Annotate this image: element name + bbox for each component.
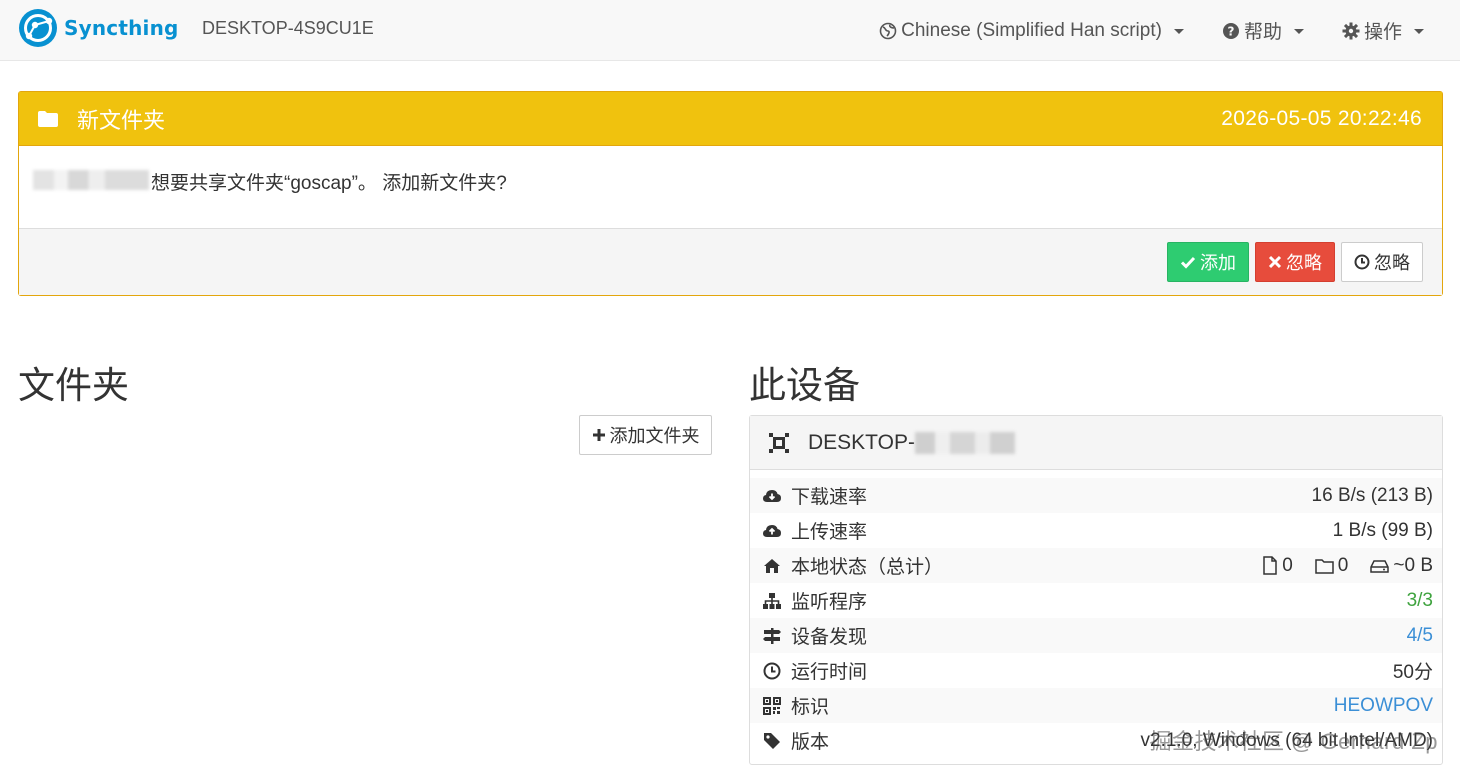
add-folder-label: 添加文件夹 [609,426,700,446]
close-icon [1268,255,1282,269]
this-device-heading: 此设备 [749,365,860,406]
discovery-value[interactable]: 4/5 [1407,625,1433,647]
identification-value[interactable]: HEOWPOV [1334,695,1433,717]
brand-name: Syncthing [64,16,179,40]
notice-message: 想要共享文件夹“goscap”。 添加新文件夹? [151,173,507,194]
cloud-download-icon [762,486,782,506]
ignore-label: 忽略 [1286,253,1322,273]
add-folder-button[interactable]: 添加文件夹 [579,415,712,455]
uptime-value: 50分 [1392,662,1433,683]
dismiss-label: 忽略 [1374,253,1410,273]
navbar: Syncthing DESKTOP-4S9CU1E Chinese (Simpl… [0,0,1460,61]
help-menu[interactable]: ? 帮助 [1222,17,1304,44]
version-label: 版本 [791,732,830,753]
plus-icon [592,429,605,441]
upload-rate-value: 1 B/s (99 B) [1332,519,1433,541]
notice-buttons: 添加 忽略 忽略 [1167,242,1423,282]
upload-rate-row: 上传速率 1 B/s (99 B) [750,513,1442,548]
local-state-value: 0 0 ~0 B [1262,555,1433,577]
folder-outline-icon [1315,558,1334,574]
question-circle-icon: ? [1222,22,1239,39]
discovery-row: 设备发现 4/5 [750,618,1442,653]
uptime-label: 运行时间 [791,662,868,683]
local-size: ~0 B [1393,554,1433,576]
qrcode-icon [762,696,782,716]
listeners-value[interactable]: 3/3 [1407,590,1433,612]
download-rate-label: 下载速率 [791,487,868,508]
notice-title-text: 新文件夹 [77,107,166,133]
tag-icon [762,731,782,751]
version-row: 版本 v2.1.0, Windows (64 bit Intel/AMD) [750,723,1442,758]
globe-icon [879,22,897,39]
file-icon [1263,556,1277,575]
notice-title: 新文件夹 [37,103,165,135]
gear-icon [1342,22,1360,39]
language-menu[interactable]: Chinese (Simplified Han script) [879,20,1184,42]
device-panel: DESKTOP- 下载速率 16 B/s (213 B) 上传速率 1 B/s … [749,415,1443,765]
check-icon [1180,256,1196,269]
local-state-label: 本地状态（总计） [791,557,944,578]
add-label: 添加 [1200,253,1236,273]
actions-label: 操作 [1363,22,1402,43]
navbar-right: Chinese (Simplified Han script) ? 帮助 操作 [879,17,1424,44]
device-icon [769,432,789,453]
redacted-device-name [33,170,149,190]
redacted-device-suffix [914,431,1015,454]
ignore-share-button[interactable]: 忽略 [1255,242,1335,282]
notice-footer: 添加 忽略 忽略 [19,228,1442,295]
version-value: v2.1.0, Windows (64 bit Intel/AMD) [1140,729,1434,751]
download-rate-value: 16 B/s (213 B) [1311,484,1433,506]
identification-label: 标识 [791,697,830,718]
download-rate-row: 下载速率 16 B/s (213 B) [750,478,1442,513]
uptime-row: 运行时间 50分 [750,653,1442,688]
chevron-down-icon [1173,29,1184,34]
clock-icon [1354,254,1370,270]
local-dirs-count: 0 [1337,554,1349,576]
chevron-down-icon [1414,29,1424,34]
chevron-down-icon [1293,29,1304,34]
clock-icon [762,661,782,681]
new-folder-notice: 新文件夹 2026-05-05 20:22:46 想要共享文件夹“goscap”… [18,91,1443,296]
device-stats: 下载速率 16 B/s (213 B) 上传速率 1 B/s (99 B) 本地… [750,470,1442,758]
hdd-icon [1370,559,1390,573]
local-state-row: 本地状态（总计） 0 0 ~0 B [750,548,1442,583]
folder-icon [38,110,58,127]
identification-row: 标识 HEOWPOV [750,688,1442,723]
notice-header: 新文件夹 2026-05-05 20:22:46 [19,92,1442,146]
folders-heading: 文件夹 [18,365,129,406]
svg-text:?: ? [1227,24,1234,38]
sitemap-icon [762,591,782,611]
cloud-upload-icon [762,521,782,541]
notice-body: 想要共享文件夹“goscap”。 添加新文件夹? [19,146,1442,229]
device-panel-header[interactable]: DESKTOP- [750,416,1442,470]
help-label: 帮助 [1243,22,1282,43]
signpost-icon [762,626,782,646]
add-folder-share-button[interactable]: 添加 [1167,242,1249,282]
upload-rate-label: 上传速率 [791,522,868,543]
listeners-row: 监听程序 3/3 [750,583,1442,618]
device-name: DESKTOP- [808,430,915,454]
brand[interactable]: Syncthing [18,7,179,49]
notice-timestamp: 2026-05-05 20:22:46 [1221,106,1422,130]
discovery-label: 设备发现 [791,627,868,648]
language-label: Chinese (Simplified Han script) [901,19,1162,41]
hostname-label: DESKTOP-4S9CU1E [202,18,374,38]
listeners-label: 监听程序 [791,592,868,613]
actions-menu[interactable]: 操作 [1342,17,1424,44]
local-files-count: 0 [1282,554,1293,576]
dismiss-share-button[interactable]: 忽略 [1341,242,1423,282]
syncthing-logo-icon [19,9,57,47]
home-icon [762,556,782,576]
